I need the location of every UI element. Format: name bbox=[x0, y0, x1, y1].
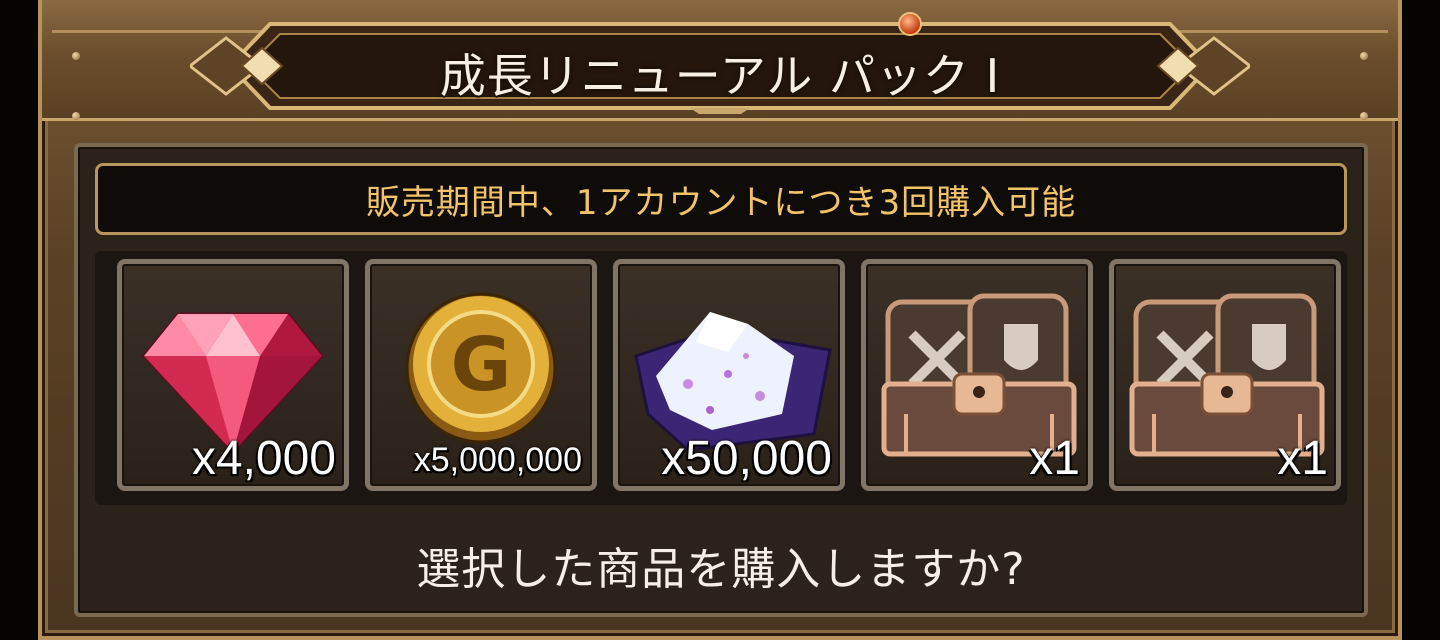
dialog-title: 成長リニューアル パック Ⅰ bbox=[439, 49, 1001, 103]
item-quantity: x1 bbox=[1277, 432, 1328, 485]
rivet bbox=[1360, 52, 1368, 60]
item-quantity: x4,000 bbox=[191, 432, 336, 485]
item-quantity: x1 bbox=[1029, 432, 1080, 485]
banner-gem-icon bbox=[898, 12, 922, 36]
content-panel: 販売期間中、1アカウントにつき3回購入可能 x4,000 G x5,000,00… bbox=[74, 143, 1368, 617]
item-slot-equipment-chest[interactable]: x1 bbox=[1109, 259, 1341, 491]
title-banner: 成長リニューアル パック Ⅰ bbox=[190, 12, 1250, 114]
rivet bbox=[72, 112, 80, 120]
purchase-dialog: 成長リニューアル パック Ⅰ 販売期間中、1アカウントにつき3回購入可能 x4,… bbox=[0, 0, 1440, 640]
item-slot-gold-coin[interactable]: G x5,000,000 bbox=[365, 259, 597, 491]
svg-text:G: G bbox=[451, 322, 512, 408]
item-quantity: x50,000 bbox=[661, 432, 832, 485]
reward-items-list: x4,000 G x5,000,000 x50,000 x1 x1 bbox=[95, 251, 1347, 505]
purchase-confirm-question: 選択した商品を購入しますか? bbox=[416, 544, 1026, 595]
purchase-limit-notice: 販売期間中、1アカウントにつき3回購入可能 bbox=[95, 163, 1347, 235]
rivet bbox=[1360, 112, 1368, 120]
item-quantity: x5,000,000 bbox=[413, 441, 582, 479]
rivet bbox=[72, 52, 80, 60]
item-slot-ruby-gem[interactable]: x4,000 bbox=[117, 259, 349, 491]
item-slot-crystal-dust[interactable]: x50,000 bbox=[613, 259, 845, 491]
item-slot-equipment-chest[interactable]: x1 bbox=[861, 259, 1093, 491]
